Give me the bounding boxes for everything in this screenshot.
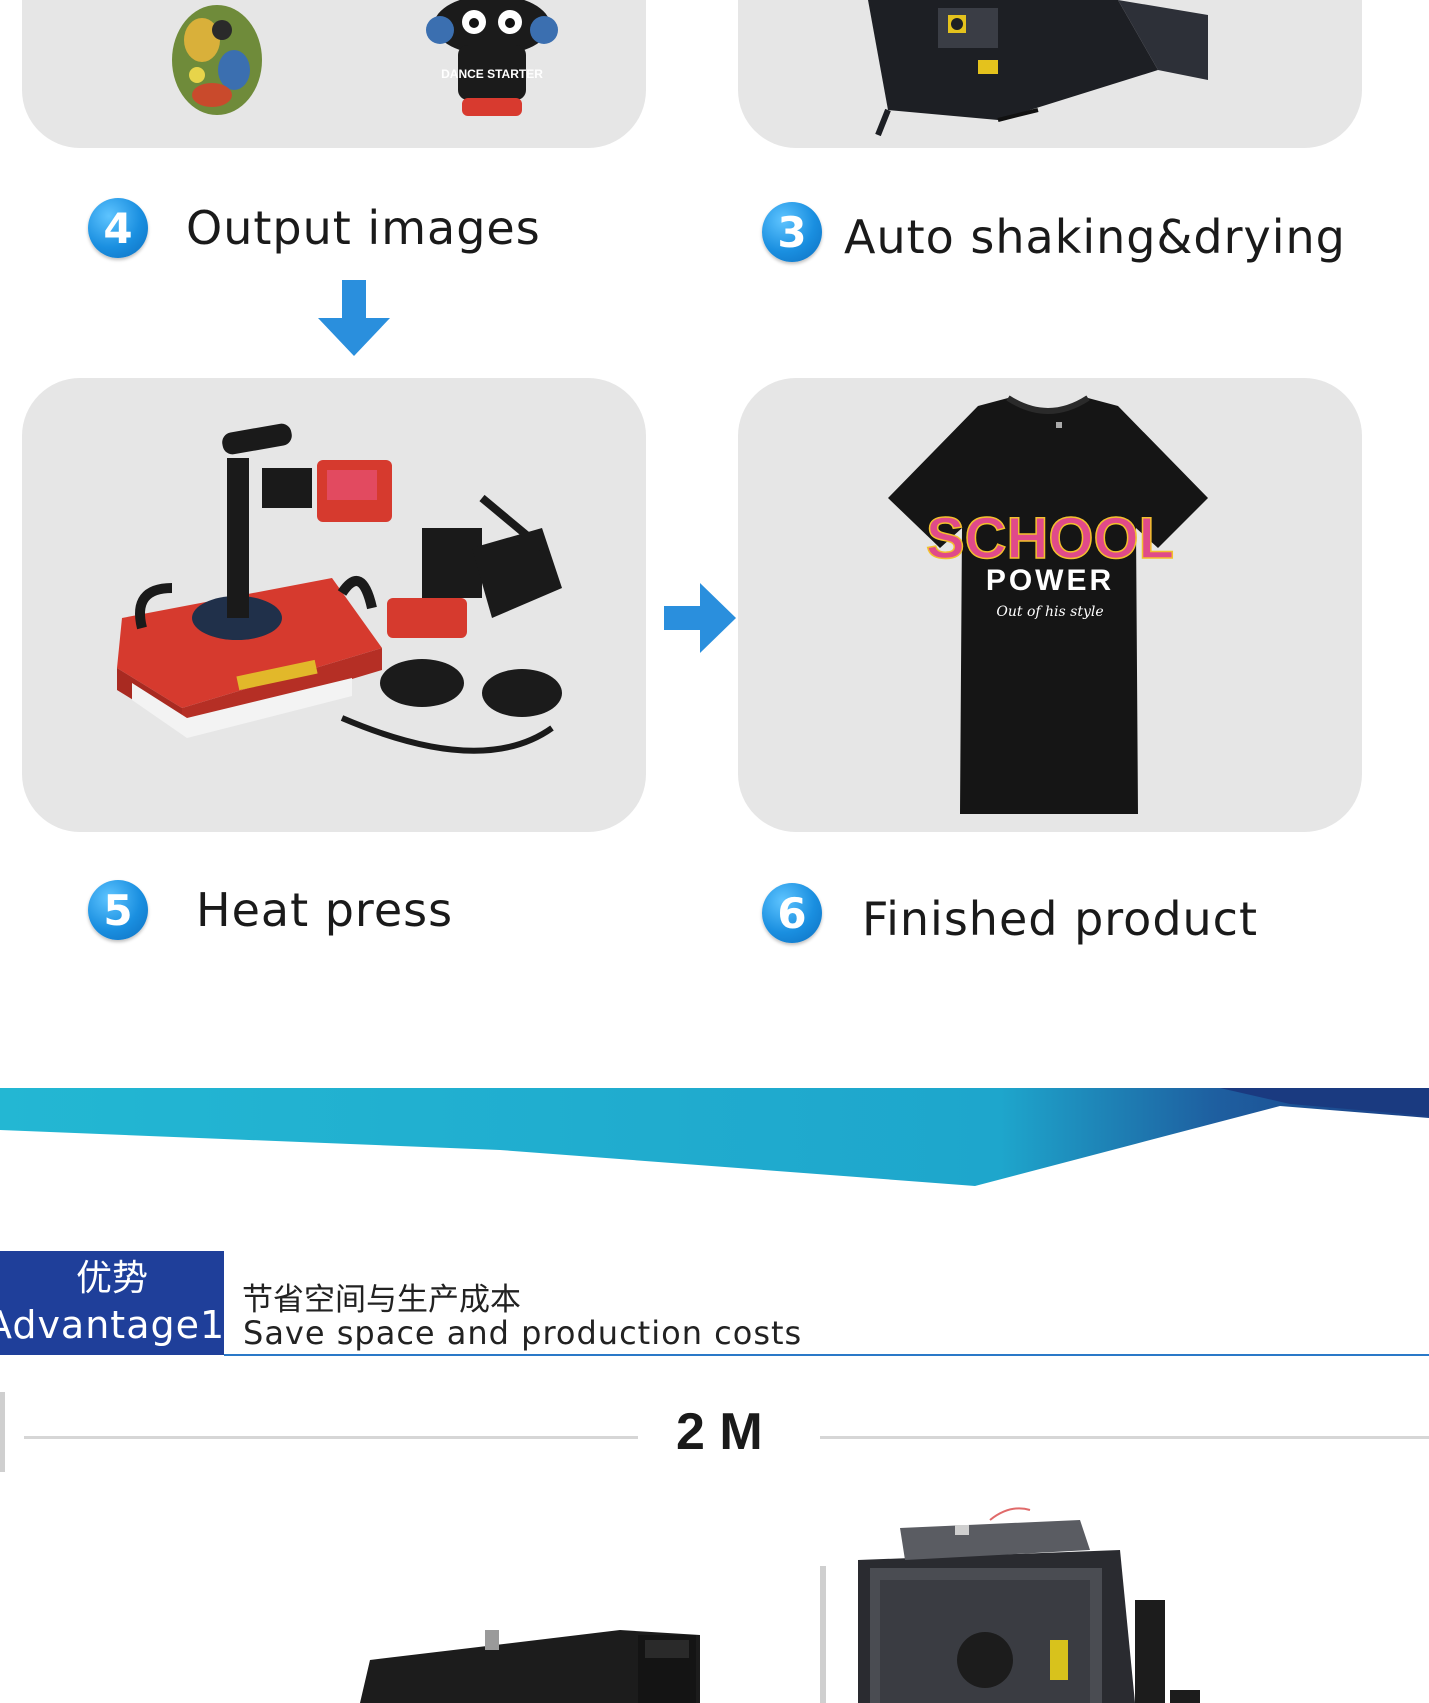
dimension-label: 2 M: [676, 1403, 763, 1461]
step-3-label: Auto shaking&drying: [844, 210, 1346, 264]
advantage-title-zh: 节省空间与生产成本: [242, 1282, 521, 1318]
step-number-4-icon: 4: [88, 198, 148, 258]
shaker-dryer-machine-image: [868, 0, 1208, 137]
step-6-label: Finished product: [862, 892, 1258, 946]
sticker-text: DANCE STARTER: [441, 67, 543, 81]
heat-press-machine-image: [117, 423, 562, 754]
step-number-3-icon: 3: [762, 202, 822, 262]
dimension-line-right: [820, 1436, 1429, 1439]
advantage-underline: [224, 1354, 1429, 1356]
section-banner-divider: [0, 1088, 1429, 1186]
heat-press-panel: [22, 378, 646, 832]
step-6-finished-product: 6 Finished product: [762, 880, 1258, 946]
dimension-left-bar: [0, 1392, 5, 1472]
shirt-print-line1: SCHOOL: [926, 506, 1174, 571]
right-arrow-icon: [664, 583, 736, 653]
step-4-label: Output images: [186, 201, 541, 255]
advantage-label-en: Advantage1: [0, 1303, 226, 1347]
auto-shaking-drying-panel: [738, 0, 1362, 148]
step-3-auto-shaking-drying: 3 Auto shaking&drying: [762, 200, 1346, 264]
finished-tshirt-image: SCHOOL POWER Out of his style: [888, 395, 1208, 814]
printer-machine-image: [360, 1507, 1200, 1703]
dimension-line-left: [24, 1436, 638, 1439]
shirt-print-line2: POWER: [986, 564, 1114, 597]
step-number-5-icon: 5: [88, 880, 148, 940]
finished-product-panel: SCHOOL POWER Out of his style: [738, 378, 1362, 832]
step-5-label: Heat press: [196, 883, 454, 937]
shirt-print-script: Out of his style: [996, 604, 1103, 620]
step-5-heat-press: 5 Heat press: [88, 880, 453, 940]
sticker-artwork-image: DANCE STARTER: [172, 0, 558, 116]
advantage-title-en: Save space and production costs: [243, 1314, 803, 1352]
output-images-panel: DANCE STARTER: [22, 0, 646, 148]
step-4-output-images: 4 Output images: [88, 198, 541, 258]
down-arrow-icon: [318, 280, 390, 356]
advantage-badge: 优势 Advantage1: [0, 1251, 224, 1355]
step-number-6-icon: 6: [762, 883, 822, 943]
advantage-label-zh: 优势: [75, 1258, 148, 1299]
